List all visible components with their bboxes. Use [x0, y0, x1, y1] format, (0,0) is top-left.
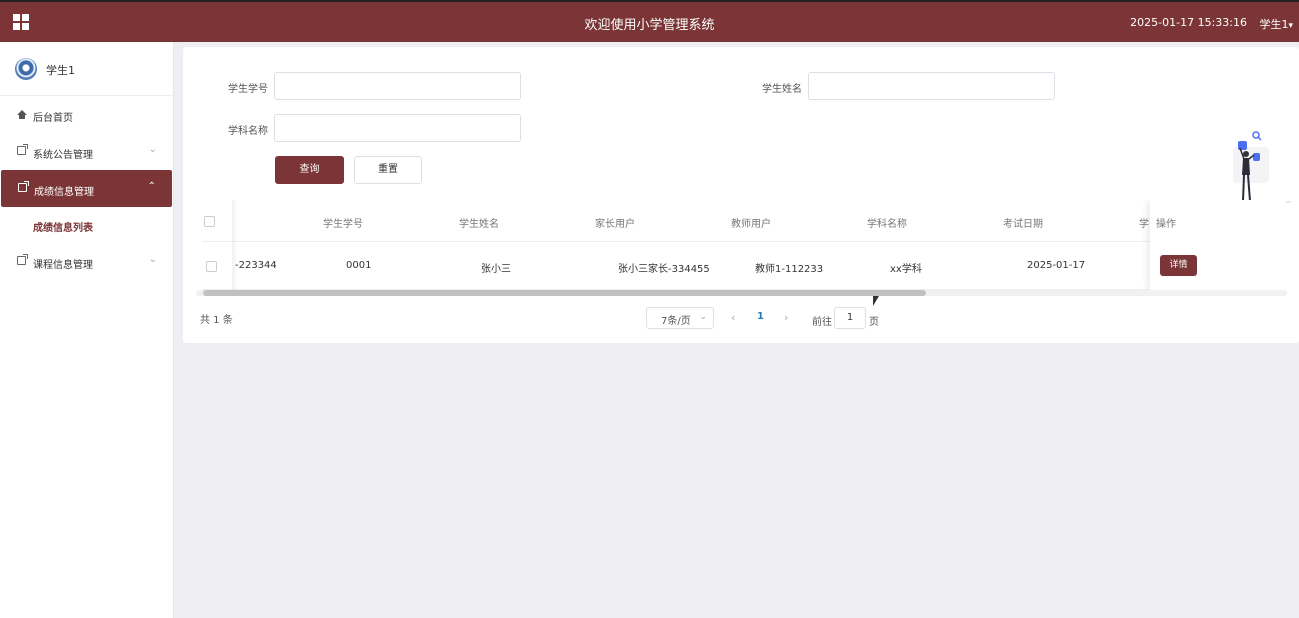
page-number[interactable]: 1 — [757, 311, 764, 322]
row-checkbox[interactable] — [206, 261, 217, 272]
detail-button[interactable]: 详情 — [1160, 255, 1197, 276]
col-truncated: 学 — [1139, 219, 1149, 230]
chevron-down-icon: ⌄ — [148, 144, 157, 155]
app-title: 欢迎使用小学管理系统 — [584, 18, 715, 33]
sidebar-item-label: 系统公告管理 — [33, 150, 93, 161]
cell-parent: 张小三家长-334455 — [618, 264, 710, 275]
sidebar-subitem-label: 成绩信息列表 — [33, 223, 93, 234]
cell-student-no: 0001 — [346, 260, 372, 271]
page-size-select[interactable]: 7条/页 ⌄ — [646, 307, 714, 329]
sidebar-item-grades[interactable]: 成绩信息管理 ⌃ — [1, 170, 172, 207]
sidebar: 学生1 后台首页 系统公告管理 ⌄ 成绩信息管理 ⌃ 成绩信息列表 课程信息管理… — [0, 42, 174, 618]
fixed-column-shadow — [232, 200, 238, 290]
page-size-value: 7条/页 — [661, 316, 691, 327]
sidebar-subitem-grade-list[interactable]: 成绩信息列表 — [0, 207, 173, 243]
table-header-row: 学生学号 学生姓名 家长用户 教师用户 学科名称 考试日期 学 — [202, 200, 1286, 242]
sidebar-item-courses[interactable]: 课程信息管理 ⌄ — [0, 243, 173, 280]
reset-button[interactable]: 重置 — [354, 156, 422, 184]
chevron-down-icon: ▾ — [1288, 21, 1293, 31]
user-menu[interactable]: 学生1▾ — [1259, 16, 1293, 32]
cell-subject: xx学科 — [890, 264, 922, 275]
top-header: 欢迎使用小学管理系统 2025-01-17 15:33:16 学生1▾ — [0, 0, 1299, 42]
prev-page-icon[interactable]: ‹ — [731, 311, 735, 324]
grades-table: 学生学号 学生姓名 家长用户 教师用户 学科名称 考试日期 学 -223344 … — [202, 200, 1286, 296]
sidebar-user-name: 学生1 — [46, 64, 75, 77]
main-card: 学生学号 学生姓名 学科名称 查询 重置 学生学号 学生姓名 家长用户 教师用户… — [183, 47, 1299, 343]
subject-input[interactable] — [274, 114, 521, 142]
subject-label: 学科名称 — [228, 126, 268, 137]
chevron-down-icon: ⌄ — [148, 254, 157, 265]
goto-unit: 页 — [869, 317, 879, 328]
col-student-name: 学生姓名 — [459, 219, 499, 230]
cell-partial: -223344 — [235, 260, 277, 271]
total-count: 共 1 条 — [200, 315, 233, 326]
query-button[interactable]: 查询 — [275, 156, 344, 184]
student-name-label: 学生姓名 — [762, 84, 802, 95]
action-column: 操作 详情 — [1150, 200, 1286, 290]
student-no-label: 学生学号 — [228, 84, 268, 95]
sidebar-user: 学生1 — [0, 42, 173, 96]
col-action: 操作 — [1156, 219, 1176, 230]
user-menu-label: 学生1 — [1259, 18, 1289, 31]
goto-label: 前往 — [812, 317, 832, 328]
cell-exam-date: 2025-01-17 — [1027, 260, 1086, 271]
student-name-input[interactable] — [808, 72, 1055, 100]
person-illustration — [1211, 131, 1291, 203]
sidebar-item-announcements[interactable]: 系统公告管理 ⌄ — [0, 133, 173, 170]
document-icon — [17, 254, 28, 268]
avatar — [15, 58, 37, 80]
col-exam-date: 考试日期 — [1003, 219, 1043, 230]
col-student-no: 学生学号 — [323, 219, 363, 230]
home-icon — [17, 109, 27, 120]
next-page-icon[interactable]: › — [784, 311, 788, 324]
goto-page-input[interactable]: 1 — [834, 307, 866, 329]
cell-student-name: 张小三 — [481, 264, 511, 275]
document-icon — [18, 181, 29, 195]
col-teacher: 教师用户 — [731, 219, 771, 230]
datetime: 2025-01-17 15:33:16 — [1130, 16, 1247, 29]
document-icon — [17, 144, 28, 158]
horizontal-scrollbar-thumb[interactable] — [203, 290, 926, 296]
select-all-checkbox[interactable] — [204, 216, 215, 227]
chevron-up-icon: ⌃ — [147, 181, 156, 192]
col-parent: 家长用户 — [595, 219, 635, 230]
student-no-input[interactable] — [274, 72, 521, 100]
cell-teacher: 教师1-112233 — [755, 264, 824, 275]
sidebar-item-label: 后台首页 — [33, 113, 73, 124]
sidebar-item-label: 成绩信息管理 — [34, 187, 94, 198]
table-row: -223344 0001 张小三 张小三家长-334455 教师1-112233… — [202, 242, 1286, 290]
chevron-down-icon: ⌄ — [699, 312, 707, 322]
sidebar-item-label: 课程信息管理 — [33, 260, 93, 271]
mouse-cursor-icon — [873, 296, 879, 306]
col-subject: 学科名称 — [867, 219, 907, 230]
sidebar-item-home[interactable]: 后台首页 — [0, 96, 173, 133]
